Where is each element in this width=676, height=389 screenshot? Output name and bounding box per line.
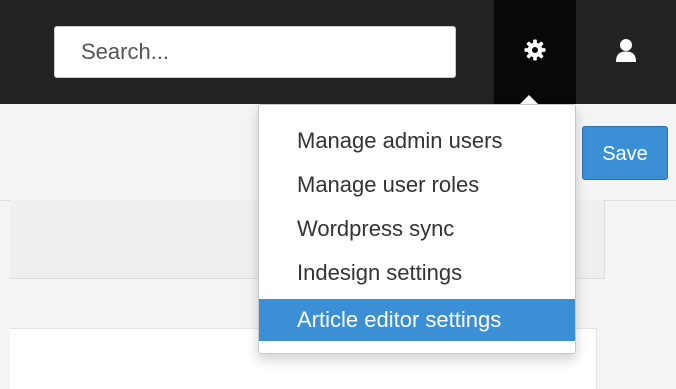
save-button[interactable]: Save: [582, 126, 668, 180]
user-icon: [615, 38, 637, 67]
menu-item-manage-user-roles[interactable]: Manage user roles: [259, 163, 575, 207]
gear-icon: [524, 38, 546, 66]
settings-dropdown-menu: Manage admin users Manage user roles Wor…: [258, 104, 576, 354]
user-menu-toggle[interactable]: [576, 0, 676, 104]
menu-item-wordpress-sync[interactable]: Wordpress sync: [259, 207, 575, 251]
settings-menu-toggle[interactable]: [494, 0, 576, 104]
menu-item-indesign-settings[interactable]: Indesign settings: [259, 251, 575, 295]
menu-item-manage-admin-users[interactable]: Manage admin users: [259, 119, 575, 163]
search-input[interactable]: [54, 26, 456, 78]
top-navbar: [0, 0, 676, 104]
menu-item-article-editor-settings[interactable]: Article editor settings: [259, 299, 575, 341]
